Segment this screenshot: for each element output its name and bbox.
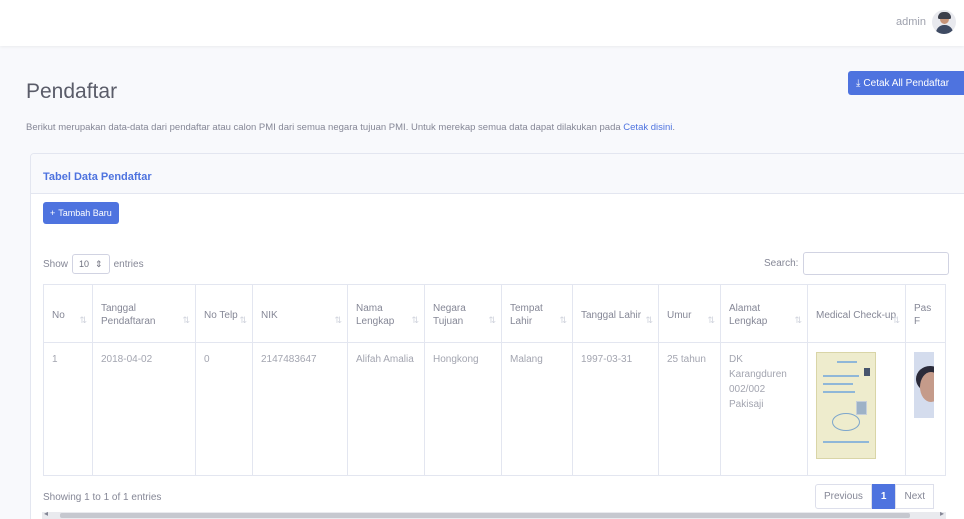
column-header[interactable]: Alamat Lengkap ⇅ [720, 284, 808, 343]
column-header[interactable]: No Telp ⇅ [195, 284, 253, 343]
entries-select[interactable]: 10 ⇕ [72, 254, 110, 274]
column-header[interactable]: Tempat Lahir ⇅ [501, 284, 573, 343]
cell-no-telp: 0 [195, 342, 253, 476]
column-header-label: No Telp [204, 309, 238, 321]
cell-passport-photo [905, 342, 946, 476]
data-card: Tabel Data Pendaftar + Tambah Baru Show … [30, 153, 964, 519]
column-header[interactable]: Tanggal Lahir ⇅ [572, 284, 659, 343]
user-name[interactable]: admin [896, 16, 926, 28]
pagination: Previous 1 Next [815, 484, 935, 509]
column-header-label: NIK [261, 309, 278, 321]
column-header-label: Negara Tujuan [433, 303, 466, 327]
column-header-label: Tanggal Pendaftaran [101, 303, 156, 327]
sort-icon: ⇅ [239, 315, 247, 325]
card-title: Tabel Data Pendaftar [43, 171, 152, 183]
sort-icon: ⇅ [411, 315, 419, 325]
description-text: Berikut merupakan data-data dari pendaft… [26, 122, 621, 133]
scroll-left-icon[interactable]: ◂ [44, 509, 48, 518]
topbar: admin [0, 0, 964, 46]
sort-icon: ⇅ [488, 315, 496, 325]
column-header[interactable]: Medical Check-up ⇅ [807, 284, 906, 343]
page-1-button[interactable]: 1 [871, 484, 896, 509]
column-header-label: Pas F [914, 303, 932, 327]
user-menu[interactable]: admin [896, 10, 956, 34]
plus-icon: + [50, 208, 56, 218]
column-header[interactable]: Negara Tujuan ⇅ [424, 284, 502, 343]
sort-icon: ⇅ [794, 315, 802, 325]
select-arrows-icon: ⇕ [95, 258, 103, 269]
column-header[interactable]: Umur ⇅ [658, 284, 721, 343]
print-all-button[interactable]: ⤓ Cetak All Pendaftar [848, 71, 964, 95]
scroll-right-icon[interactable]: ▸ [940, 509, 944, 518]
column-header-label: Tempat Lahir [510, 303, 543, 327]
sort-icon: ⇅ [182, 315, 190, 325]
entries-length: Show 10 ⇕ entries [43, 254, 144, 274]
search-box: Search: [764, 252, 950, 275]
column-header-label: No [52, 309, 65, 321]
search-input[interactable] [803, 252, 950, 275]
card-header: Tabel Data Pendaftar [31, 154, 964, 194]
previous-button[interactable]: Previous [815, 484, 872, 509]
add-new-label: Tambah Baru [58, 208, 112, 218]
cell-nik: 2147483647 [252, 342, 348, 476]
next-button[interactable]: Next [895, 484, 935, 509]
scrollbar-thumb[interactable] [60, 513, 910, 518]
passport-photo-image[interactable] [914, 352, 934, 418]
add-new-button[interactable]: + Tambah Baru [43, 202, 119, 224]
page-title: Pendaftar [26, 80, 118, 103]
column-header-label: Alamat Lengkap [729, 303, 768, 327]
column-header-label: Medical Check-up [816, 309, 897, 321]
sort-icon: ⇅ [645, 315, 653, 325]
registrants-table: No ⇅ Tanggal Pendaftaran ⇅ No Telp ⇅ NIK ⇅ Nama … [43, 284, 946, 476]
horizontal-scrollbar[interactable]: ◂ ▸ [42, 509, 946, 519]
medical-checkup-image[interactable] [816, 352, 876, 459]
avatar[interactable] [932, 10, 956, 34]
column-header[interactable]: Tanggal Pendaftaran ⇅ [92, 284, 196, 343]
page-description: Berikut merupakan data-data dari pendaft… [26, 122, 675, 133]
search-label: Search: [764, 258, 799, 269]
column-header[interactable]: No ⇅ [43, 284, 93, 343]
cell-no: 1 [43, 342, 93, 476]
sort-icon: ⇅ [892, 315, 900, 325]
cell-tanggal-pendaftaran: 2018-04-02 [92, 342, 196, 476]
column-header[interactable]: Nama Lengkap ⇅ [347, 284, 425, 343]
table-row: 1 2018-04-02 0 2147483647 Alifah Amalia Hongk… [43, 342, 946, 476]
show-label: Show [43, 258, 69, 270]
sort-icon: ⇅ [79, 315, 87, 325]
sort-icon: ⇅ [559, 315, 567, 325]
cell-tanggal-lahir: 1997-03-31 [572, 342, 659, 476]
cell-medical-checkup [807, 342, 906, 476]
column-header-label: Umur [667, 309, 692, 321]
cell-alamat-lengkap: DK Karangduren 002/002 Pakisaji [720, 342, 808, 476]
entries-value: 10 [79, 259, 90, 269]
print-all-label: Cetak All Pendaftar [863, 77, 950, 89]
sort-icon: ⇅ [334, 315, 342, 325]
cell-umur: 25 tahun [658, 342, 721, 476]
column-header[interactable]: Pas F [905, 284, 946, 343]
cell-negara-tujuan: Hongkong [424, 342, 502, 476]
print-here-link[interactable]: Cetak disini [623, 122, 672, 133]
entries-label: entries [113, 258, 144, 270]
cell-nama-lengkap: Alifah Amalia [347, 342, 425, 476]
description-suffix: . [672, 122, 676, 133]
table-info: Showing 1 to 1 of 1 entries [43, 492, 162, 503]
column-header-label: Tanggal Lahir [581, 309, 642, 321]
download-icon: ⤓ [856, 77, 861, 89]
column-header-label: Nama Lengkap [356, 303, 395, 327]
cell-tempat-lahir: Malang [501, 342, 573, 476]
column-header[interactable]: NIK ⇅ [252, 284, 348, 343]
table-header-row: No ⇅ Tanggal Pendaftaran ⇅ No Telp ⇅ NIK ⇅ Nama … [43, 284, 946, 343]
sort-icon: ⇅ [707, 315, 715, 325]
